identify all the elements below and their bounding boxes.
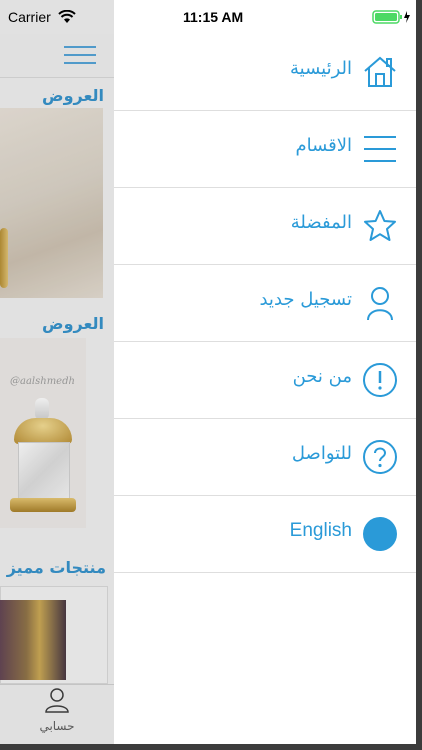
menu-item-home[interactable]: الرئيسية bbox=[114, 34, 416, 111]
menu-item-contact[interactable]: للتواصل bbox=[114, 419, 416, 496]
language-dot-icon bbox=[363, 517, 397, 551]
menu-item-label: الرئيسية bbox=[290, 58, 352, 79]
menu-item-label: المفضلة bbox=[290, 212, 352, 233]
star-icon bbox=[364, 210, 396, 241]
status-bar: Carrier 11:15 AM bbox=[0, 0, 416, 34]
dim-overlay[interactable] bbox=[0, 0, 114, 744]
menu-item-label: للتواصل bbox=[291, 443, 352, 464]
menu-item-language[interactable]: English bbox=[114, 496, 416, 573]
wifi-icon bbox=[58, 10, 76, 23]
menu-item-label: الاقسام bbox=[295, 135, 352, 156]
user-icon bbox=[367, 287, 393, 321]
clock: 11:15 AM bbox=[183, 9, 244, 25]
app-screen: Carrier 11:15 AM العروض العروض @aalshmed… bbox=[0, 0, 422, 750]
menu-item-categories[interactable]: الاقسام bbox=[114, 111, 416, 188]
list-icon bbox=[364, 136, 396, 162]
question-icon bbox=[363, 440, 397, 474]
menu-item-label: من نحن bbox=[292, 366, 352, 387]
home-icon bbox=[364, 56, 396, 87]
menu-item-favorites[interactable]: المفضلة bbox=[114, 188, 416, 265]
menu-item-about[interactable]: من نحن bbox=[114, 342, 416, 419]
menu-item-register[interactable]: تسجيل جديد bbox=[114, 265, 416, 342]
background-app: العروض العروض @aalshmedh منتجات مميز حسا… bbox=[0, 0, 114, 744]
side-drawer-menu: الرئيسية الاقسام المفضلة تسجيل جديد من ن… bbox=[114, 34, 416, 744]
info-icon bbox=[363, 363, 397, 397]
battery-icon bbox=[372, 10, 410, 24]
menu-item-label: English bbox=[289, 520, 352, 541]
carrier-label: Carrier bbox=[8, 9, 51, 25]
menu-item-label: تسجيل جديد bbox=[259, 289, 352, 310]
